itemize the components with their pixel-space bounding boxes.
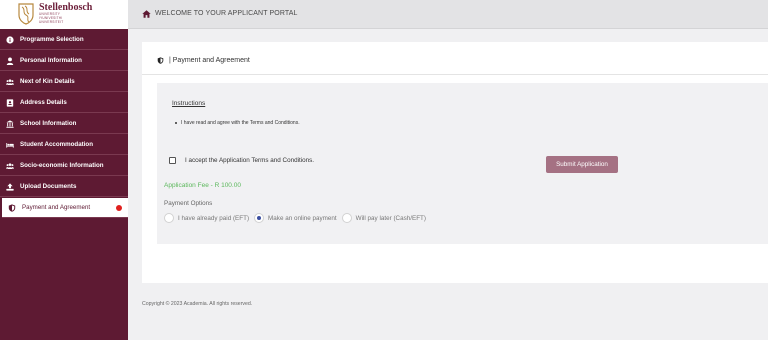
sidebar-item-label: Payment and Agreement [22,204,91,211]
crest-icon [18,3,34,25]
institution-icon [5,119,15,129]
payment-options-label: Payment Options [164,200,213,207]
info-circle-icon [5,35,15,45]
submit-application-button[interactable]: Submit Application [546,156,618,173]
radio-pay-later[interactable] [341,213,352,223]
shield-icon [7,203,17,213]
sidebar-item-upload-documents[interactable]: Upload Documents [0,177,128,197]
sidebar-item-payment-agreement[interactable]: Payment and Agreement [2,198,128,218]
sidebar-item-next-of-kin[interactable]: Next of Kin Details [0,72,128,92]
radio-already-paid[interactable] [164,213,174,223]
portal-welcome-title: WELCOME TO YOUR APPLICANT PORTAL [155,10,298,17]
radio-label-pay-later: Will pay later (Cash/EFT) [355,214,426,222]
accept-terms-label: I accept the Application Terms and Condi… [185,157,315,164]
sidebar-item-label: Student Accommodation [20,141,93,148]
sidebar-item-label: Address Details [20,99,67,106]
top-bar: WELCOME TO YOUR APPLICANT PORTAL [128,0,768,29]
logo-subtitle: UNIVERSITY IYUNIVESITHI UNIVERSITEIT [39,12,64,24]
instructions-heading: Instructions [172,100,206,107]
sidebar-item-student-accommodation[interactable]: Student Accommodation [0,135,128,155]
home-icon[interactable] [142,10,151,18]
sidebar-item-label: Socio-economic Information [20,162,104,169]
users-icon [5,77,15,87]
sidebar-item-label: Next of Kin Details [20,78,75,85]
sidebar-item-label: Personal Information [20,57,82,64]
sidebar-item-address-details[interactable]: Address Details [0,93,128,113]
agreement-panel: Instructions I have read and agree with … [157,83,768,244]
sidebar-item-programme-selection[interactable]: Programme Selection [0,30,128,50]
sidebar-item-label: Programme Selection [20,36,84,43]
shield-icon [157,57,164,64]
address-card-icon [5,98,15,108]
sidebar-item-socio-economic[interactable]: Socio-economic Information [0,156,128,176]
university-logo[interactable]: Stellenbosch UNIVERSITY IYUNIVESITHI UNI… [0,0,128,29]
sidebar-item-label: Upload Documents [20,183,77,190]
radio-label-already-paid: I have already paid (EFT) [178,214,250,222]
card-header: | Payment and Agreement [142,42,768,75]
radio-label-online-payment: Make an online payment [268,214,337,222]
card-title: | Payment and Agreement [169,57,250,64]
active-indicator-dot [116,205,122,211]
bed-icon [5,140,15,150]
accept-terms-checkbox[interactable] [169,157,176,164]
footer-copyright: Copyright © 2023 Academia. All rights re… [142,301,253,307]
sidebar-item-personal-information[interactable]: Personal Information [0,51,128,71]
users-icon [5,161,15,171]
application-fee: Application Fee - R 100.00 [164,182,241,189]
instruction-item: I have read and agree with the Terms and… [175,120,300,126]
payment-options-group: I have already paid (EFT) Make an online… [164,212,431,224]
upload-icon [5,182,15,192]
radio-online-payment[interactable] [254,213,265,223]
sidebar-item-school-information[interactable]: School Information [0,114,128,134]
sidebar-item-label: School Information [20,120,77,127]
payment-card: | Payment and Agreement Instructions I h… [142,42,768,283]
sidebar: Stellenbosch UNIVERSITY IYUNIVESITHI UNI… [0,0,128,340]
user-icon [5,56,15,66]
